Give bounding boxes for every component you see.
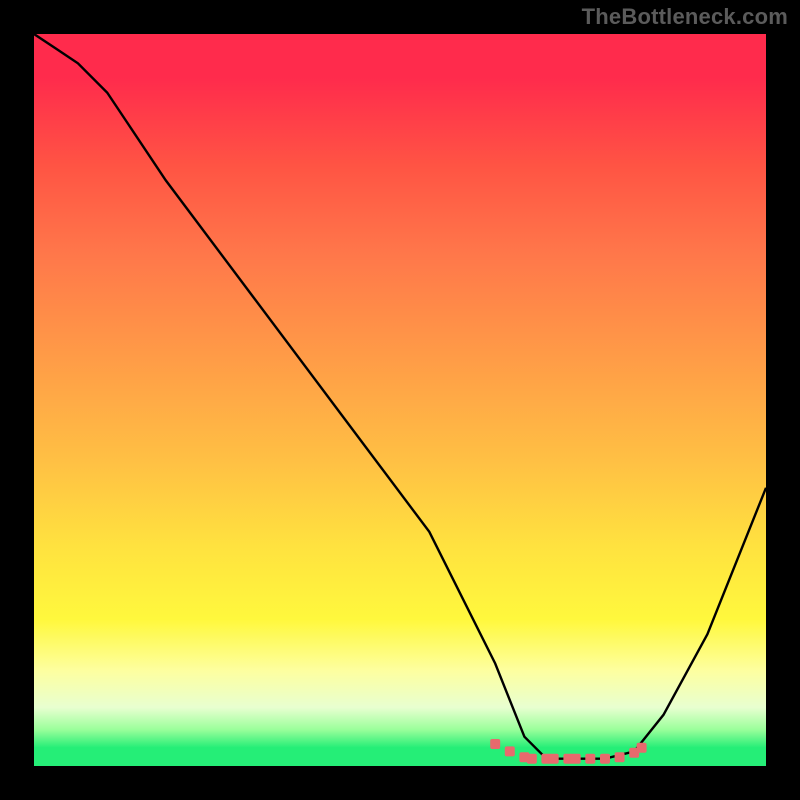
marker-dot (615, 752, 625, 762)
watermark-text: TheBottleneck.com (582, 4, 788, 30)
bottom-markers (490, 739, 646, 764)
marker-dot (637, 743, 647, 753)
marker-dot (571, 754, 581, 764)
bottleneck-curve (34, 34, 766, 766)
marker-dot (585, 754, 595, 764)
plot-area (34, 34, 766, 766)
curve-path (34, 34, 766, 759)
marker-dot (549, 754, 559, 764)
marker-dot (600, 754, 610, 764)
chart-frame: TheBottleneck.com (0, 0, 800, 800)
marker-dot (490, 739, 500, 749)
marker-dot (527, 754, 537, 764)
marker-dot (505, 746, 515, 756)
